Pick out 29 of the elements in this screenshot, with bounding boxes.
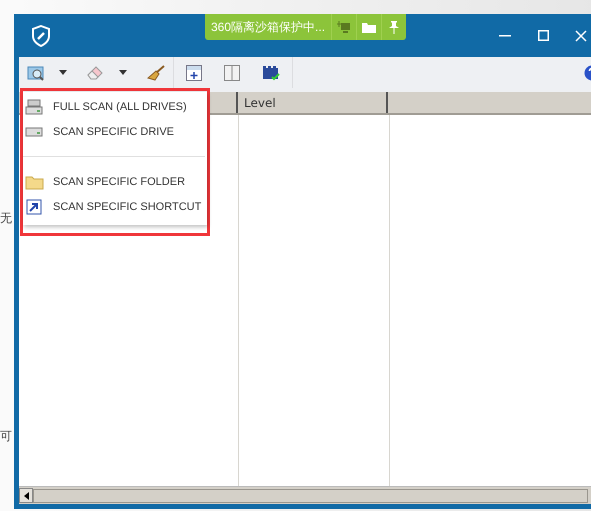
- add-panel-icon: [186, 64, 202, 80]
- folder-icon: [25, 174, 45, 190]
- menu-item-label: SCAN SPECIFIC SHORTCUT: [53, 200, 202, 212]
- caret-icon: [59, 70, 67, 75]
- minimize-icon: [499, 34, 511, 36]
- menu-item-label: SCAN SPECIFIC FOLDER: [53, 176, 186, 188]
- menu-item[interactable]: SCAN SPECIFIC SHORTCUT: [23, 194, 207, 219]
- background-text: 可: [0, 428, 12, 445]
- caret-icon: [119, 70, 127, 75]
- maximize-icon: [538, 30, 548, 41]
- shield-icon: [31, 24, 51, 46]
- menu-item-label: FULL SCAN (ALL DRIVES): [53, 100, 187, 112]
- scroll-left-button[interactable]: [19, 488, 33, 503]
- background-text: 无: [0, 210, 12, 227]
- close-icon: [575, 30, 587, 42]
- drives-icon: [25, 98, 45, 114]
- column-header: Level: [238, 92, 388, 113]
- banner-text: 360隔离沙箱保护中...: [210, 18, 326, 36]
- wall-check-icon: [262, 64, 280, 80]
- magnifier-icon: [27, 64, 45, 80]
- menu-item[interactable]: FULL SCAN (ALL DRIVES): [23, 94, 207, 119]
- broom-icon: [147, 64, 165, 80]
- left-arrow-icon: [24, 492, 28, 500]
- menu-item[interactable]: SCAN SPECIFIC FOLDER: [23, 169, 207, 194]
- columns-icon: [224, 64, 240, 80]
- menu-item-label: SCAN SPECIFIC DRIVE: [53, 126, 174, 138]
- menu-item[interactable]: SCAN SPECIFIC DRIVE: [23, 119, 207, 144]
- scrollbar-thumb[interactable]: [33, 488, 588, 502]
- eraser-icon: [87, 66, 105, 80]
